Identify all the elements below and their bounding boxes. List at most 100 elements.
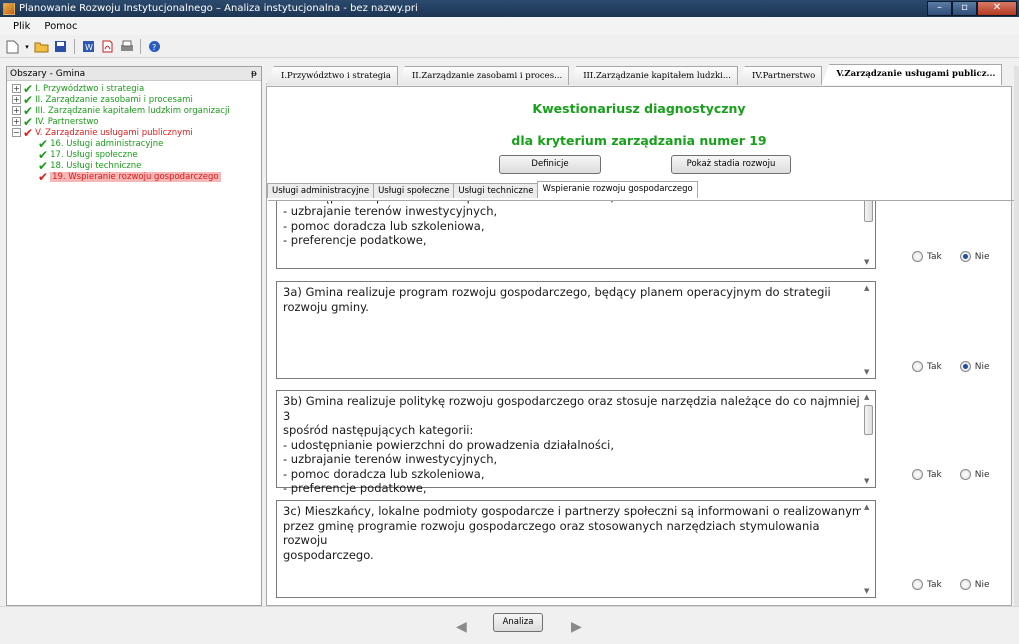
tab-kapital-ludzki[interactable]: III.Zarządzanie kapitałem ludzki...: [568, 66, 738, 85]
question-text: spośród następujących kategorii: - udost…: [283, 201, 614, 247]
tree-item-label: 16. Usługi administracyjne: [50, 138, 164, 149]
questionnaire-subtitle: dla kryterium zarządzania numer 19: [511, 133, 767, 148]
tab-uslugi-publiczne[interactable]: V.Zarządzanie usługami publicz...: [821, 64, 1003, 85]
open-folder-icon[interactable]: [33, 38, 50, 55]
radio-label: Nie: [974, 361, 990, 372]
menu-plik[interactable]: Plik: [6, 21, 37, 32]
svg-text:W: W: [85, 43, 93, 52]
expand-icon[interactable]: +: [12, 95, 21, 104]
tab-przywodztwo[interactable]: I.Przywództwo i strategia: [266, 66, 398, 85]
word-export-icon[interactable]: W: [80, 38, 97, 55]
nie-radio[interactable]: Nie: [959, 251, 990, 262]
question-text: 3c) Mieszkańcy, lokalne podmioty gospoda…: [283, 504, 864, 562]
tak-radio[interactable]: Tak: [912, 469, 942, 480]
close-button[interactable]: ✕: [977, 1, 1017, 16]
nie-radio[interactable]: Nie: [959, 361, 990, 372]
question-box: 3a) Gmina realizuje program rozwoju gosp…: [276, 281, 876, 379]
tree-item-przywodztwo[interactable]: + ✔ I. Przywództwo i strategia: [12, 81, 261, 96]
nie-radio[interactable]: Nie: [959, 579, 990, 590]
scroll-down-icon[interactable]: ▼: [864, 477, 869, 485]
tree-item-uslugi-techniczne[interactable]: ✔ 18. Usługi techniczne: [12, 158, 261, 173]
tak-radio[interactable]: Tak: [912, 361, 942, 372]
save-icon[interactable]: [52, 38, 69, 55]
check-icon: ✔: [23, 81, 34, 96]
tree-item-wspieranie-rozwoju[interactable]: ✔ 19. Wspieranie rozwoju gospodarczego: [12, 169, 261, 184]
scroll-up-icon[interactable]: ▲: [864, 393, 869, 401]
question-scrollbar[interactable]: ▲ ▼: [861, 501, 875, 597]
tree-item-label: V. Zarządzanie usługami publicznymi: [35, 127, 193, 138]
expand-icon[interactable]: +: [12, 106, 21, 115]
tree-item-kapital-ludzki[interactable]: + ✔ III. Zarządzanie kapitałem ludzkim o…: [12, 105, 261, 117]
tree-item-uslugi-administracyjne[interactable]: ✔ 16. Usługi administracyjne: [12, 138, 261, 150]
subtab-uslugi-techniczne[interactable]: Usługi techniczne: [453, 183, 539, 198]
scroll-up-icon[interactable]: ▲: [864, 503, 869, 511]
answer-radios: Tak Nie: [912, 251, 990, 262]
next-arrow-icon[interactable]: ▶: [571, 619, 582, 635]
area-tree: + ✔ I. Przywództwo i strategia + ✔ II. Z…: [7, 81, 261, 184]
scroll-down-icon[interactable]: ▼: [864, 587, 869, 595]
subtab-uslugi-administracyjne[interactable]: Usługi administracyjne: [267, 183, 375, 198]
questions-area[interactable]: spośród następujących kategorii: - udost…: [268, 200, 1019, 607]
window-title: Planowanie Rozwoju Instytucjonalnego – A…: [19, 3, 418, 14]
radio-selected-icon: [959, 361, 971, 372]
question-scrollbar[interactable]: ▲ ▼: [861, 201, 875, 268]
radio-label: Tak: [927, 251, 942, 262]
help-icon[interactable]: ?: [146, 38, 163, 55]
subtab-wspieranie-rozwoju[interactable]: Wspieranie rozwoju gospodarczego: [537, 181, 698, 198]
tak-radio[interactable]: Tak: [912, 579, 942, 590]
tree-item-uslugi-spoleczne[interactable]: ✔ 17. Usługi społeczne: [12, 147, 261, 162]
definitions-button[interactable]: Definicje: [499, 155, 601, 174]
expand-icon[interactable]: +: [12, 117, 21, 126]
question-box: 3b) Gmina realizuje politykę rozwoju gos…: [276, 390, 876, 495]
tree-item-label: 17. Usługi społeczne: [50, 149, 138, 160]
collapse-icon[interactable]: −: [12, 128, 21, 137]
show-stages-button[interactable]: Pokaż stadia rozwoju: [671, 155, 791, 174]
radio-icon: [912, 251, 923, 262]
check-icon: ✔: [38, 147, 49, 162]
maximize-button[interactable]: ▫: [952, 1, 977, 16]
scroll-thumb[interactable]: [864, 201, 873, 222]
tab-zasoby[interactable]: II.Zarządzanie zasobami i proces...: [396, 66, 570, 85]
check-icon: ✔: [38, 158, 49, 173]
question-text: 3b) Gmina realizuje politykę rozwoju gos…: [283, 394, 860, 495]
right-scrollbar[interactable]: [1014, 66, 1019, 606]
pdf-export-icon[interactable]: [99, 38, 116, 55]
question-scrollbar[interactable]: ▲ ▼: [861, 391, 875, 487]
service-subtabs: Usługi administracyjne Usługi społeczne …: [267, 181, 698, 199]
scroll-down-icon[interactable]: ▼: [864, 258, 869, 266]
scroll-thumb[interactable]: [864, 405, 873, 435]
question-scrollbar[interactable]: ▲ ▼: [861, 282, 875, 378]
radio-icon: [912, 469, 923, 480]
check-icon: ✔: [38, 169, 49, 184]
tree-item-label: 19. Wspieranie rozwoju gospodarczego: [50, 171, 221, 182]
check-icon: ✔: [23, 114, 34, 129]
tak-radio[interactable]: Tak: [912, 251, 942, 262]
previous-arrow-icon[interactable]: ◀: [456, 619, 467, 635]
menu-pomoc[interactable]: Pomoc: [37, 21, 84, 32]
subtab-uslugi-spoleczne[interactable]: Usługi społeczne: [373, 183, 455, 198]
scroll-down-icon[interactable]: ▼: [864, 368, 869, 376]
tree-item-uslugi-publiczne[interactable]: − ✔ V. Zarządzanie usługami publicznymi: [12, 125, 261, 140]
pin-icon[interactable]: ᵽ: [251, 69, 257, 79]
tree-item-label: 18. Usługi techniczne: [50, 160, 142, 171]
scroll-up-icon[interactable]: ▲: [864, 284, 869, 292]
panel-header: Obszary - Gmina ᵽ: [7, 67, 261, 81]
radio-icon: [912, 579, 923, 590]
app-icon: [3, 2, 15, 15]
tree-item-partnerstwo[interactable]: + ✔ IV. Partnerstwo: [12, 114, 261, 129]
tree-item-zasoby[interactable]: + ✔ II. Zarządzanie zasobami i procesami: [12, 94, 261, 106]
check-icon: ✔: [23, 125, 34, 140]
radio-label: Nie: [974, 579, 990, 590]
tab-partnerstwo[interactable]: IV.Partnerstwo: [736, 66, 823, 85]
new-file-icon[interactable]: [4, 38, 21, 55]
minimize-button[interactable]: –: [927, 1, 952, 16]
print-icon[interactable]: [118, 38, 135, 55]
nie-radio[interactable]: Nie: [959, 469, 990, 480]
tree-item-label: I. Przywództwo i strategia: [35, 83, 145, 94]
chevron-down-icon[interactable]: ▾: [23, 38, 31, 55]
radio-label: Nie: [974, 469, 990, 480]
main-content: I.Przywództwo i strategia II.Zarządzanie…: [266, 64, 1019, 606]
radio-icon: [959, 469, 971, 480]
analiza-button[interactable]: Analiza: [493, 613, 543, 632]
expand-icon[interactable]: +: [12, 84, 21, 93]
